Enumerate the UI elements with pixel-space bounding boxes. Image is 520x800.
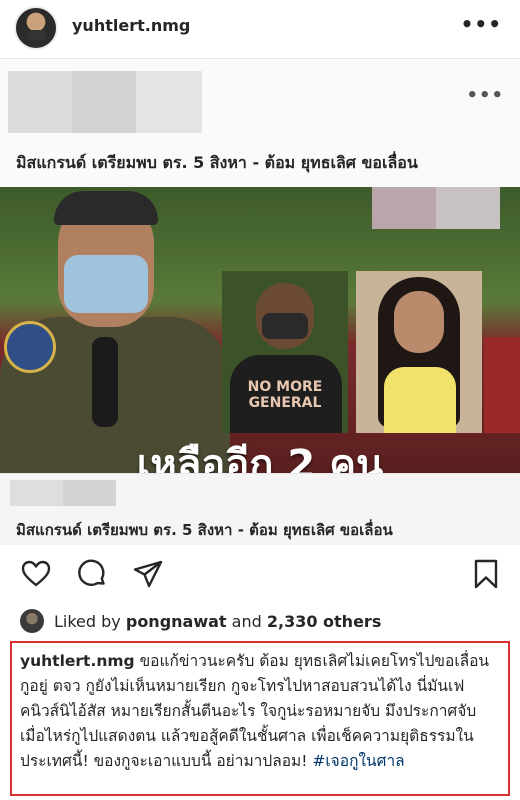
action-bar [0,556,520,592]
comment-icon[interactable] [76,558,108,590]
liker-avatar [20,609,44,633]
police-emblem-icon [4,321,56,373]
bookmark-icon[interactable] [470,558,502,590]
caption-highlight-box: yuhtlert.nmg ขอแก้ข่าวนะครับ ต้อม ยุทธเล… [10,641,510,796]
background-sign [484,337,520,433]
officer-photo [0,187,230,473]
news-image: NO MORE GENERAL เหลืออีก 2 คน [0,187,520,473]
username[interactable]: yuhtlert.nmg [72,16,190,35]
blurred-watermark [372,187,500,229]
card-title-top: มิสแกรนด์ เตรียมพบ ตร. 5 สิงหา - ต้อม ยุ… [16,153,418,172]
likes-others[interactable]: 2,330 others [267,612,381,631]
liker-username[interactable]: pongnawat [126,612,227,631]
card-title-bottom: มิสแกรนด์ เตรียมพบ ตร. 5 สิงหา - ต้อม ยุ… [16,521,393,539]
card-more-icon[interactable]: ••• [466,85,504,106]
likes-row[interactable]: Liked by pongnawat and 2,330 others [20,608,381,634]
caption-username[interactable]: yuhtlert.nmg [20,652,135,670]
profile-avatar[interactable] [14,6,58,50]
card-footer: มิสแกรนด์ เตรียมพบ ตร. 5 สิงหา - ต้อม ยุ… [0,473,520,545]
shared-news-card[interactable]: ••• มิสแกรนด์ เตรียมพบ ตร. 5 สิงหา - ต้อ… [0,58,520,545]
caption-hashtag[interactable]: #เจอกูในศาล [312,752,404,770]
blurred-source-name [10,480,116,506]
shirt-text: NO MORE GENERAL [247,379,323,411]
image-headline: เหลืออีก 2 คน [136,442,384,473]
likes-middle: and [231,611,262,631]
more-horizontal-icon[interactable]: ••• [461,14,502,34]
person-photo-2 [356,271,482,433]
paper-plane-icon[interactable] [132,558,164,590]
likes-prefix: Liked by [54,611,121,631]
post-header: yuhtlert.nmg ••• [0,0,520,58]
blurred-source-logo [8,71,202,133]
person-photo-1: NO MORE GENERAL [222,271,348,433]
heart-icon[interactable] [20,558,52,590]
